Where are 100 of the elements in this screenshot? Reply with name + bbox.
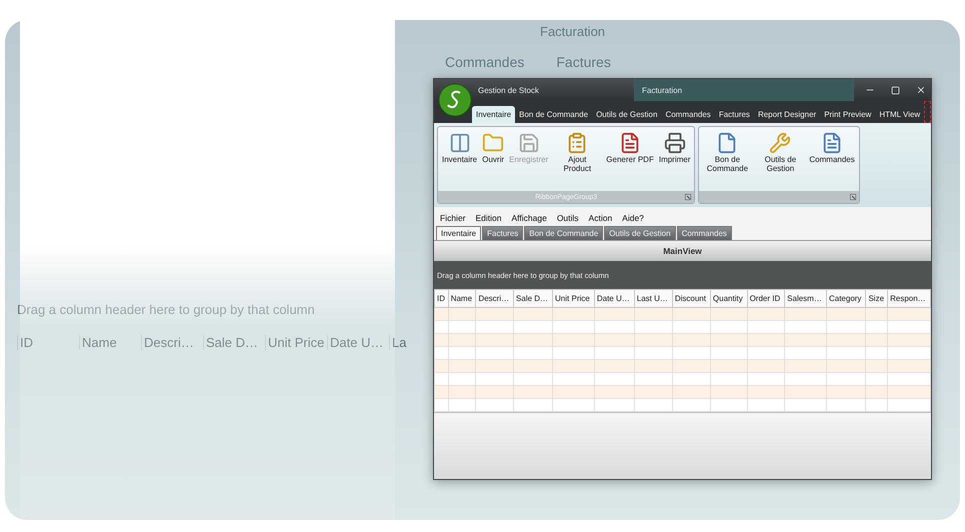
folder-icon: [482, 132, 504, 154]
menu-item[interactable]: Outils: [556, 213, 579, 223]
background-group-text: Drag a column header here to group by that column: [17, 302, 315, 317]
columns-icon: [448, 132, 471, 154]
table-cell: [710, 346, 748, 360]
table-cell: [552, 372, 594, 386]
table-cell: [514, 386, 553, 398]
menu-item[interactable]: Fichier: [440, 213, 466, 223]
table-cell: [710, 320, 748, 334]
close-icon: [916, 85, 926, 95]
column-header[interactable]: Last U…: [634, 290, 672, 308]
maximize-icon: [891, 86, 900, 94]
dialog-launcher-icon[interactable]: [850, 194, 856, 200]
document-tab[interactable]: Factures: [482, 226, 524, 240]
column-header[interactable]: Unit Price: [552, 290, 594, 308]
table-cell: [552, 346, 594, 360]
table-cell: [784, 334, 826, 346]
table-cell: [710, 372, 748, 386]
table-cell: [594, 386, 634, 398]
background-column-header: Unit Price: [265, 335, 327, 350]
table-cell: [476, 360, 514, 372]
ribbon-button[interactable]: Ouvrir: [480, 130, 506, 167]
background-column-header: Name: [79, 335, 141, 350]
document-tab[interactable]: Bon de Commande: [524, 226, 604, 240]
table-cell: [514, 398, 553, 412]
table-cell: [552, 360, 594, 372]
table-cell: [552, 386, 594, 398]
document-tab[interactable]: Commandes: [676, 226, 732, 240]
table-cell: [826, 334, 866, 346]
table-cell: [888, 334, 930, 346]
ribbon-button[interactable]: Bon de Commande: [701, 130, 754, 176]
document-icon: [821, 132, 844, 154]
column-header[interactable]: ID: [434, 290, 448, 308]
table-cell: [747, 334, 785, 346]
column-header[interactable]: Salesm…: [784, 290, 826, 308]
ribbon-button[interactable]: Inventaire: [440, 130, 480, 167]
column-header[interactable]: Category: [826, 290, 866, 308]
table-cell: [888, 320, 930, 334]
background-column-header: ID: [17, 335, 79, 350]
table-cell: [747, 398, 785, 412]
document-tab[interactable]: Inventaire: [436, 226, 482, 240]
ribbon-button[interactable]: Ajout Product: [551, 130, 604, 176]
view-title: MainView: [663, 246, 702, 256]
ribbon-button[interactable]: Imprimer: [656, 130, 692, 167]
app-title: Gestion de Stock: [478, 86, 540, 94]
table-cell: [784, 372, 826, 386]
table-cell: [784, 320, 826, 334]
menu-item[interactable]: Edition: [476, 213, 502, 223]
ribbon-button[interactable]: Commandes: [807, 130, 857, 167]
ribbon-tab[interactable]: Print Preview: [820, 106, 876, 123]
menu-item[interactable]: Affichage: [512, 213, 547, 223]
table-cell: [594, 360, 634, 372]
table-cell: [634, 320, 672, 334]
table-cell: [634, 386, 672, 398]
table-cell: [710, 308, 748, 320]
column-header[interactable]: Quantity: [710, 290, 748, 308]
table-cell: [476, 398, 514, 412]
column-header[interactable]: Name: [448, 290, 476, 308]
background-title: Facturation: [540, 24, 606, 41]
column-header[interactable]: Size: [866, 290, 888, 308]
ribbon-tab[interactable]: Factures: [714, 106, 754, 123]
table-cell: [634, 346, 672, 360]
ribbon-tab[interactable]: Report Designer: [754, 106, 820, 123]
table-cell: [514, 346, 553, 360]
table-cell: [514, 308, 553, 320]
column-header[interactable]: Respon…: [888, 290, 930, 308]
ribbon-tab[interactable]: Outils de Gestion: [592, 106, 662, 123]
ribbon-tab[interactable]: Inventaire: [472, 106, 516, 123]
document-tab[interactable]: Outils de Gestion: [604, 226, 676, 240]
column-header[interactable]: Date U…: [594, 290, 634, 308]
table-cell: [826, 360, 866, 372]
table-cell: [552, 398, 594, 412]
menu-item[interactable]: Action: [588, 213, 612, 223]
ribbon-button[interactable]: Generer PDF: [604, 130, 656, 167]
table-cell: [594, 346, 634, 360]
column-header[interactable]: Sale D…: [514, 290, 553, 308]
table-cell: [672, 386, 710, 398]
table-cell: [476, 320, 514, 334]
table-cell: [747, 346, 785, 360]
background-tab-label: Commandes: [445, 54, 524, 70]
table-cell: [594, 398, 634, 412]
table-cell: [476, 334, 514, 346]
dialog-launcher-icon[interactable]: [685, 194, 692, 200]
table-cell: [594, 308, 634, 320]
ribbon-button[interactable]: Outils de Gestion: [754, 130, 806, 176]
table-cell: [888, 398, 930, 412]
column-header[interactable]: Discount: [672, 290, 710, 308]
table-cell: [634, 372, 672, 386]
table-cell: [594, 372, 634, 386]
table-cell: [634, 360, 672, 372]
menu-item[interactable]: Aide?: [622, 213, 644, 223]
table-cell: [476, 372, 514, 386]
table-cell: [672, 360, 710, 372]
ribbon-tab[interactable]: Bon de Commande: [515, 106, 592, 123]
table-cell: [747, 386, 785, 398]
column-header[interactable]: Descri…: [476, 290, 514, 308]
ribbon-tab[interactable]: HTML View: [875, 106, 924, 123]
table-cell: [594, 334, 634, 346]
column-header[interactable]: Order ID: [747, 290, 785, 308]
ribbon-tab[interactable]: Commandes: [661, 106, 715, 123]
